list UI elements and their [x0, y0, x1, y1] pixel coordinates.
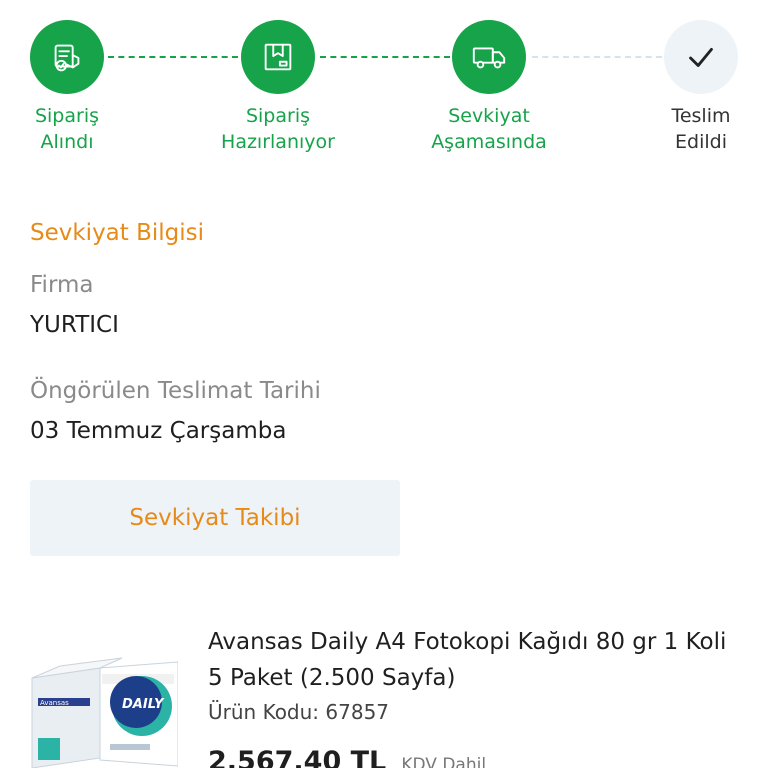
- company-label: Firma: [30, 272, 94, 298]
- step-connector-3: [532, 56, 662, 58]
- paper-box-product-image: Avansas DAILY: [31, 657, 178, 768]
- shipping-info-title: Sevkiyat Bilgisi: [30, 220, 205, 246]
- step-connector-1: [108, 56, 238, 58]
- step-label-order-preparing: Sipariş Hazırlanıyor: [221, 105, 335, 153]
- step-order-received: [30, 20, 104, 94]
- order-progress-stepper: Sipariş Alındı Sipariş Hazırlanıyor Sevk…: [0, 0, 768, 170]
- step-label-in-shipment: Sevkiyat Aşamasında: [431, 105, 547, 153]
- step-order-preparing: [241, 20, 315, 94]
- step-connector-2: [320, 56, 450, 58]
- svg-text:Avansas: Avansas: [40, 699, 69, 707]
- package-box-icon: [264, 43, 292, 71]
- price-row: 2.567,40 TL KDV Dahil: [208, 746, 486, 768]
- svg-text:DAILY: DAILY: [122, 697, 165, 712]
- step-delivered: [664, 20, 738, 94]
- order-received-icon: [54, 44, 80, 72]
- tax-included-note: KDV Dahil: [401, 755, 487, 768]
- step-in-shipment: [452, 20, 526, 94]
- checkmark-icon: [689, 47, 713, 67]
- delivery-truck-icon: [472, 47, 506, 69]
- company-value: YURTICI: [30, 312, 119, 338]
- product-price: 2.567,40 TL: [208, 746, 387, 768]
- product-code: Ürün Kodu: 67857: [208, 700, 390, 724]
- estimated-delivery-value: 03 Temmuz Çarşamba: [30, 418, 287, 444]
- step-label-delivered: Teslim Edildi: [671, 105, 731, 153]
- step-label-order-received: Sipariş Alındı: [34, 105, 100, 153]
- product-name[interactable]: Avansas Daily A4 Fotokopi Kağıdı 80 gr 1…: [208, 624, 728, 696]
- product-item[interactable]: Avansas DAILY Avansas Daily A4 Fotokopi …: [30, 620, 750, 768]
- shipment-tracking-button[interactable]: Sevkiyat Takibi: [30, 480, 400, 556]
- estimated-delivery-label: Öngörülen Teslimat Tarihi: [30, 378, 321, 404]
